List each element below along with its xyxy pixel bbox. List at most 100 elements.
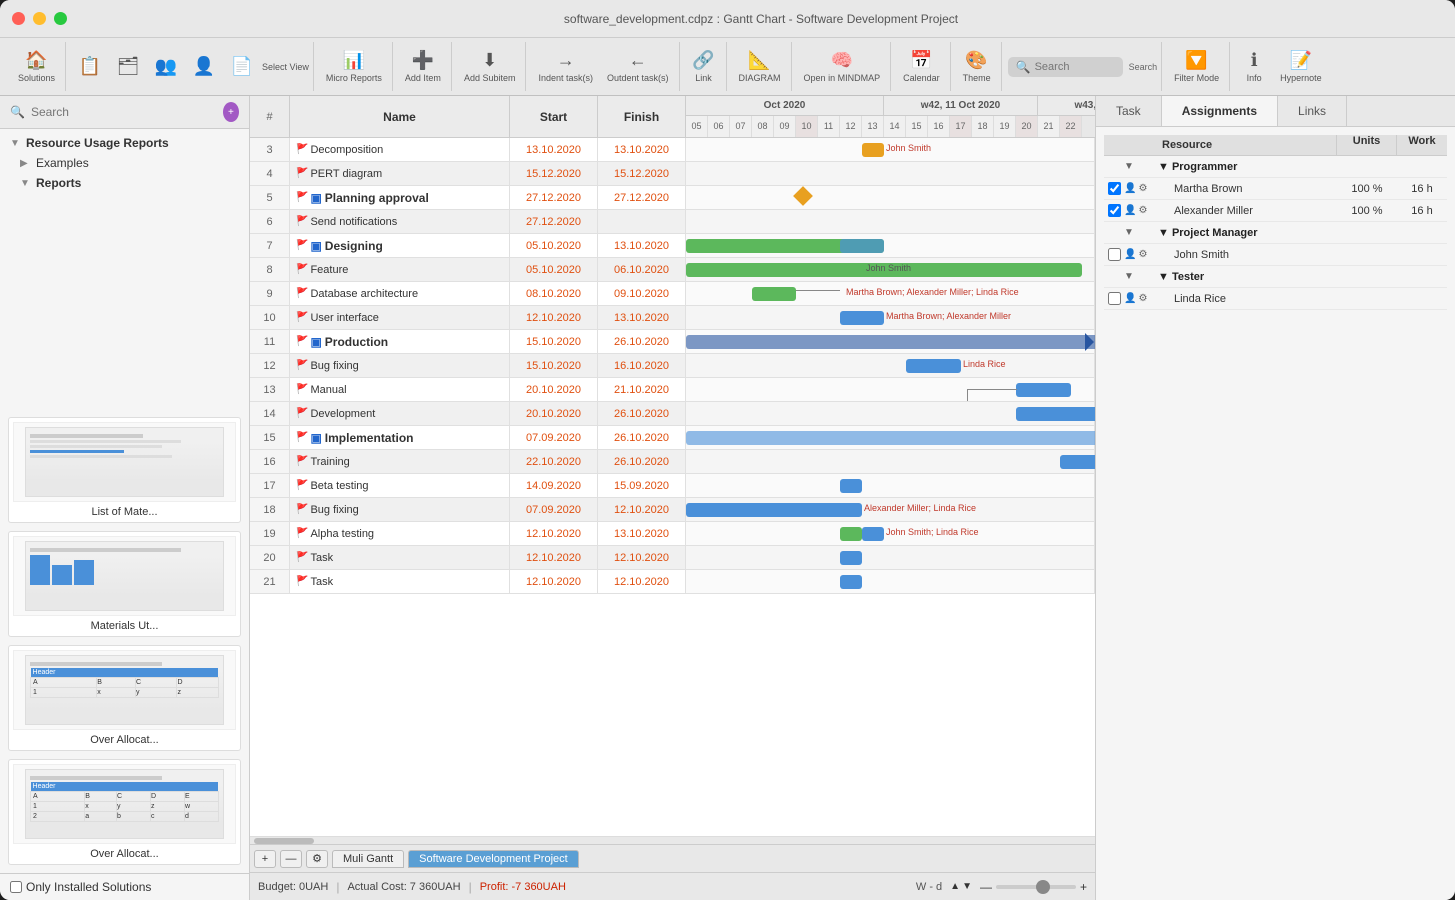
table-row[interactable]: 10 🚩User interface 12.10.2020 13.10.2020…: [250, 306, 1095, 330]
gantt-bar: [840, 575, 862, 589]
up-arrow[interactable]: ▲: [950, 881, 960, 892]
table-row[interactable]: 13 🚩Manual 20.10.2020 21.10.2020: [250, 378, 1095, 402]
resource-row[interactable]: 👤 ⚙ Martha Brown 100 % 16 h: [1104, 178, 1447, 200]
config-icon[interactable]: ⚙: [1138, 249, 1147, 260]
calendar-button[interactable]: 📅 Calendar: [897, 47, 946, 86]
add-subitem-button[interactable]: ⬇ Add Subitem: [458, 47, 522, 86]
zoom-plus[interactable]: +: [1080, 880, 1087, 894]
thumbnail-materials-ut[interactable]: Materials Ut...: [8, 531, 241, 637]
maximize-button[interactable]: [54, 12, 67, 25]
down-arrow[interactable]: ▼: [962, 881, 972, 892]
zoom-slider[interactable]: [996, 885, 1076, 889]
resource-checkbox[interactable]: [1104, 292, 1124, 305]
thumbnail-over-allocat2[interactable]: Header ABCDE 1xyzw 2abcd Over Allocat...: [8, 759, 241, 865]
view-grid-icon: 🗂: [117, 56, 140, 77]
tab-links[interactable]: Links: [1278, 96, 1347, 126]
tab-task[interactable]: Task: [1096, 96, 1162, 126]
toolbar-search[interactable]: 🔍: [1008, 57, 1123, 77]
sidebar-add-button[interactable]: +: [223, 102, 239, 122]
zoom-minus[interactable]: —: [980, 880, 992, 894]
minimize-button[interactable]: [33, 12, 46, 25]
installed-solutions-checkbox[interactable]: [10, 881, 22, 893]
row-flag-icon: 🚩: [296, 216, 308, 227]
add-tab-button[interactable]: +: [254, 850, 276, 868]
thumbnail-list-of-mate[interactable]: List of Mate...: [8, 417, 241, 523]
expand-icon[interactable]: ▼: [1124, 227, 1134, 238]
resource-checkbox[interactable]: [1104, 204, 1124, 217]
table-row[interactable]: 17 🚩Beta testing 14.09.2020 15.09.2020: [250, 474, 1095, 498]
mindmap-button[interactable]: 🧠 Open in MINDMAP: [798, 47, 887, 86]
resource-work: [1397, 297, 1447, 301]
theme-button[interactable]: 🎨 Theme: [957, 47, 997, 86]
table-row[interactable]: 16 🚩Training 22.10.2020 26.10.2020: [250, 450, 1095, 474]
john-checkbox[interactable]: [1108, 248, 1121, 261]
solutions-button[interactable]: 🏠 Solutions: [12, 47, 61, 86]
micro-reports-icon: 📊: [343, 50, 365, 71]
diagram-button[interactable]: 📐 DIAGRAM: [733, 47, 787, 86]
alexander-checkbox[interactable]: [1108, 204, 1121, 217]
remove-tab-button[interactable]: —: [280, 850, 302, 868]
resource-checkbox[interactable]: [1104, 182, 1124, 195]
sidebar-item-resource-usage[interactable]: ▼ Resource Usage Reports: [0, 133, 249, 153]
row-timeline: [686, 570, 1095, 593]
table-row[interactable]: 6 🚩Send notifications 27.12.2020: [250, 210, 1095, 234]
diagram-icon: 📐: [748, 50, 770, 71]
table-row[interactable]: 21 🚩Task 12.10.2020 12.10.2020: [250, 570, 1095, 594]
link-button[interactable]: 🔗 Link: [686, 47, 722, 86]
expand-icon[interactable]: ▼: [1124, 271, 1134, 282]
view-grid-button[interactable]: 🗂: [110, 53, 146, 80]
filter-button[interactable]: 🔽 Filter Mode: [1168, 47, 1225, 86]
martha-checkbox[interactable]: [1108, 182, 1121, 195]
config-icon[interactable]: ⚙: [1138, 293, 1147, 304]
table-row[interactable]: 12 🚩Bug fixing 15.10.2020 16.10.2020 Lin…: [250, 354, 1095, 378]
tab-assignments[interactable]: Assignments: [1162, 96, 1278, 126]
indent-button[interactable]: → Indent task(s): [532, 47, 599, 86]
day-05: 05: [686, 116, 708, 137]
resource-row[interactable]: 👤 ⚙ Linda Rice: [1104, 288, 1447, 310]
view-doc-button[interactable]: 📄: [224, 53, 260, 80]
table-row[interactable]: 15 🚩▣Implementation 07.09.2020 26.10.202…: [250, 426, 1095, 450]
table-row[interactable]: 4 🚩PERT diagram 15.12.2020 15.12.2020: [250, 162, 1095, 186]
thumb-preview: Header ABCDE 1xyzw 2abcd: [13, 764, 236, 844]
table-row[interactable]: 11 🚩▣Production 15.10.2020 26.10.2020: [250, 330, 1095, 354]
table-row[interactable]: 3 🚩Decomposition 13.10.2020 13.10.2020 J…: [250, 138, 1095, 162]
close-button[interactable]: [12, 12, 25, 25]
row-finish: 09.10.2020: [598, 282, 686, 305]
add-item-button[interactable]: ➕ Add Item: [399, 47, 447, 86]
view-user-button[interactable]: 👤: [186, 53, 222, 80]
table-row[interactable]: 5 🚩▣Planning approval 27.12.2020 27.12.2…: [250, 186, 1095, 210]
config-icon[interactable]: ⚙: [1138, 183, 1147, 194]
sidebar-item-reports[interactable]: ▼ Reports: [0, 173, 249, 193]
expand-icon[interactable]: ▼: [1124, 161, 1134, 172]
view-list-button[interactable]: 📋: [72, 53, 108, 80]
view-team-button[interactable]: 👥: [148, 53, 184, 80]
settings-tab-button[interactable]: ⚙: [306, 850, 328, 868]
scroll-thumb[interactable]: [254, 838, 314, 844]
table-row[interactable]: 9 🚩Database architecture 08.10.2020 09.1…: [250, 282, 1095, 306]
row-flag-icon: 🚩: [296, 360, 308, 371]
resource-checkbox[interactable]: [1104, 248, 1124, 261]
info-button[interactable]: ℹ Info: [1236, 47, 1272, 86]
config-icon[interactable]: ⚙: [1138, 205, 1147, 216]
hypernote-button[interactable]: 📝 Hypernote: [1274, 47, 1328, 86]
linda-checkbox[interactable]: [1108, 292, 1121, 305]
table-row[interactable]: 18 🚩Bug fixing 07.09.2020 12.10.2020 Ale…: [250, 498, 1095, 522]
sidebar-item-examples[interactable]: ▶ Examples: [0, 153, 249, 173]
table-row[interactable]: 14 🚩Development 20.10.2020 26.10.2020: [250, 402, 1095, 426]
tab-muli-gantt[interactable]: Muli Gantt: [332, 850, 404, 868]
table-row[interactable]: 19 🚩Alpha testing 12.10.2020 13.10.2020 …: [250, 522, 1095, 546]
resource-row[interactable]: 👤 ⚙ Alexander Miller 100 % 16 h: [1104, 200, 1447, 222]
tab-software-dev[interactable]: Software Development Project: [408, 850, 579, 868]
sidebar-search-input[interactable]: [31, 105, 217, 119]
resource-row[interactable]: 👤 ⚙ John Smith: [1104, 244, 1447, 266]
row-timeline: [686, 186, 1095, 209]
table-row[interactable]: 20 🚩Task 12.10.2020 12.10.2020: [250, 546, 1095, 570]
table-row[interactable]: 7 🚩▣Designing 05.10.2020 13.10.2020: [250, 234, 1095, 258]
thumbnail-over-allocat1[interactable]: Header ABCD 1xyz Over Allocat...: [8, 645, 241, 751]
search-input[interactable]: [1035, 61, 1115, 73]
micro-reports-button[interactable]: 📊 Micro Reports: [320, 47, 388, 86]
outdent-button[interactable]: ← Outdent task(s): [601, 47, 675, 86]
gantt-bar: [752, 287, 796, 301]
mindmap-group: 🧠 Open in MINDMAP: [794, 42, 892, 91]
table-row[interactable]: 8 🚩Feature 05.10.2020 06.10.2020 John Sm…: [250, 258, 1095, 282]
